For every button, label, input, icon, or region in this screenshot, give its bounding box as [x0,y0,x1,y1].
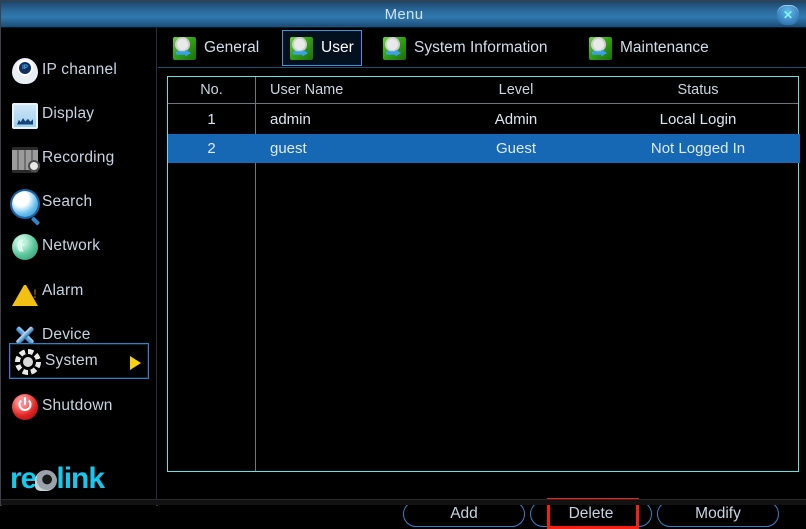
gear-arrow-icon [589,36,612,60]
sidebar-item-recording[interactable]: Recording [7,140,152,176]
column-header-no: No. [200,82,223,98]
sidebar-item-label: Device [42,326,91,343]
tab-system-information[interactable]: System Information [376,30,555,66]
gear-arrow-icon [290,36,313,60]
sidebar-item-display[interactable]: Display [7,96,152,132]
sidebar: IP channel Display Recording Search Netw… [2,28,157,506]
user-table: No. User Name Level Status 1 admin Admin… [167,76,800,472]
tab-maintenance[interactable]: Maintenance [582,30,716,66]
tab-label: General [204,39,260,56]
close-button[interactable]: ✕ [777,5,799,25]
cell-no: 2 [207,140,216,157]
column-header-status: Status [677,82,719,98]
network-icon [12,234,38,260]
cell-user-name: admin [270,111,311,128]
power-icon [12,394,38,420]
tab-user[interactable]: User [282,30,362,66]
cell-status: Not Logged In [650,140,746,157]
cell-status: Local Login [659,111,737,128]
tab-label: Maintenance [620,39,709,56]
cell-level: Guest [495,140,537,157]
reolink-logo: re link [10,462,158,496]
table-header: No. User Name Level Status [168,77,798,104]
table-row[interactable]: 1 admin Admin Local Login [168,105,800,134]
column-header-user-name: User Name [270,82,344,98]
logo-text-after: link [56,462,105,495]
sidebar-item-shutdown[interactable]: Shutdown [7,388,152,424]
sidebar-item-search[interactable]: Search [7,184,152,220]
gear-arrow-icon [383,36,406,60]
logo-text-before: re [10,462,37,495]
logo-lens-icon [35,470,58,491]
cell-no: 1 [207,111,216,128]
tab-bar: General User System Information Maintena… [158,28,806,68]
sidebar-item-ip-channel[interactable]: IP channel [7,52,152,88]
recording-icon [12,146,40,173]
gear-arrow-icon [173,36,196,60]
close-icon: ✕ [782,8,794,22]
tab-label: System Information [414,39,548,56]
sidebar-item-label: Recording [42,149,115,166]
menu-window: Menu ✕ IP channel Display Recording Sear… [0,0,806,529]
tab-general[interactable]: General [166,30,266,66]
sidebar-item-label: Alarm [42,282,84,299]
sidebar-item-system[interactable]: System [9,343,149,379]
warning-icon [12,280,38,306]
sidebar-item-network[interactable]: Network [7,228,152,264]
sidebar-item-label: System [45,352,98,369]
sidebar-item-label: Shutdown [42,397,113,414]
tab-label: User [321,39,354,56]
chevron-right-icon [130,356,141,370]
title-bar: Menu ✕ [1,1,806,28]
content-panel: General User System Information Maintena… [158,28,806,529]
cell-user-name: guest [270,140,307,157]
camera-icon [12,58,38,84]
monitor-icon [12,102,38,129]
gear-icon [15,349,41,375]
page-title: Menu [384,6,424,23]
table-row[interactable]: 2 guest Guest Not Logged In [168,134,800,163]
sidebar-item-alarm[interactable]: Alarm [7,273,152,309]
column-header-level: Level [498,82,534,98]
search-icon [12,190,38,217]
sidebar-item-label: IP channel [42,61,117,78]
sidebar-item-label: Network [42,237,101,254]
cell-level: Admin [494,111,538,128]
sidebar-item-label: Search [42,193,93,210]
bottom-strip [1,499,806,505]
sidebar-item-label: Display [42,105,95,122]
